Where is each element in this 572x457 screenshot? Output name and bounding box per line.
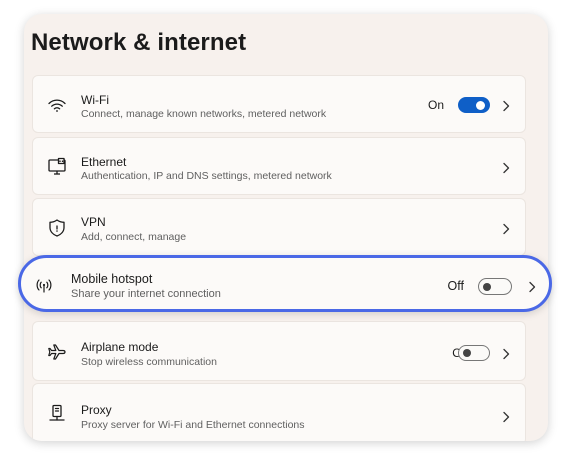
setting-card-wifi[interactable]: Wi-Fi Connect, manage known networks, me… [32, 75, 526, 133]
wifi-icon [47, 95, 67, 115]
chevron-right-icon[interactable] [501, 161, 511, 174]
proxy-subtitle: Proxy server for Wi-Fi and Ethernet conn… [81, 419, 305, 431]
proxy-icon [47, 404, 67, 424]
wifi-state-label: On [427, 98, 444, 112]
setting-card-vpn[interactable]: VPN Add, connect, manage [32, 198, 526, 256]
chevron-right-icon[interactable] [501, 410, 511, 423]
airplane-toggle[interactable] [458, 345, 490, 361]
airplane-title: Airplane mode [81, 340, 159, 354]
chevron-right-icon[interactable] [501, 347, 511, 360]
proxy-title: Proxy [81, 403, 112, 417]
page-title: Network & internet [31, 29, 247, 56]
vpn-title: VPN [81, 215, 106, 229]
airplane-icon [47, 342, 67, 362]
shield-icon [47, 218, 67, 238]
vpn-subtitle: Add, connect, manage [81, 231, 187, 243]
toggle-knob [476, 100, 485, 110]
hotspot-toggle[interactable] [478, 278, 512, 295]
ethernet-title: Ethernet [81, 155, 127, 169]
chevron-right-icon[interactable] [501, 99, 511, 112]
setting-card-airplane[interactable]: Airplane mode Stop wireless communicatio… [32, 321, 526, 381]
hotspot-icon [34, 275, 54, 295]
ethernet-icon [47, 157, 67, 177]
hotspot-subtitle: Share your internet connection [71, 288, 221, 300]
chevron-right-icon[interactable] [501, 222, 511, 235]
airplane-subtitle: Stop wireless communication [81, 356, 217, 368]
wifi-toggle[interactable] [458, 97, 490, 113]
settings-panel: Network & internet Wi-Fi Connect, manage… [24, 14, 548, 441]
chevron-right-icon[interactable] [527, 280, 537, 293]
setting-card-ethernet[interactable]: Ethernet Authentication, IP and DNS sett… [32, 137, 526, 195]
hotspot-title: Mobile hotspot [71, 272, 153, 286]
hotspot-state-label: Off [447, 279, 464, 293]
wifi-subtitle: Connect, manage known networks, metered … [81, 108, 327, 120]
wifi-title: Wi-Fi [81, 93, 109, 107]
ethernet-subtitle: Authentication, IP and DNS settings, met… [81, 170, 332, 182]
toggle-knob [483, 282, 491, 291]
setting-card-proxy[interactable]: Proxy Proxy server for Wi-Fi and Etherne… [32, 383, 526, 441]
toggle-knob [463, 349, 471, 357]
setting-card-mobile-hotspot[interactable]: Mobile hotspot Share your internet conne… [18, 255, 552, 312]
